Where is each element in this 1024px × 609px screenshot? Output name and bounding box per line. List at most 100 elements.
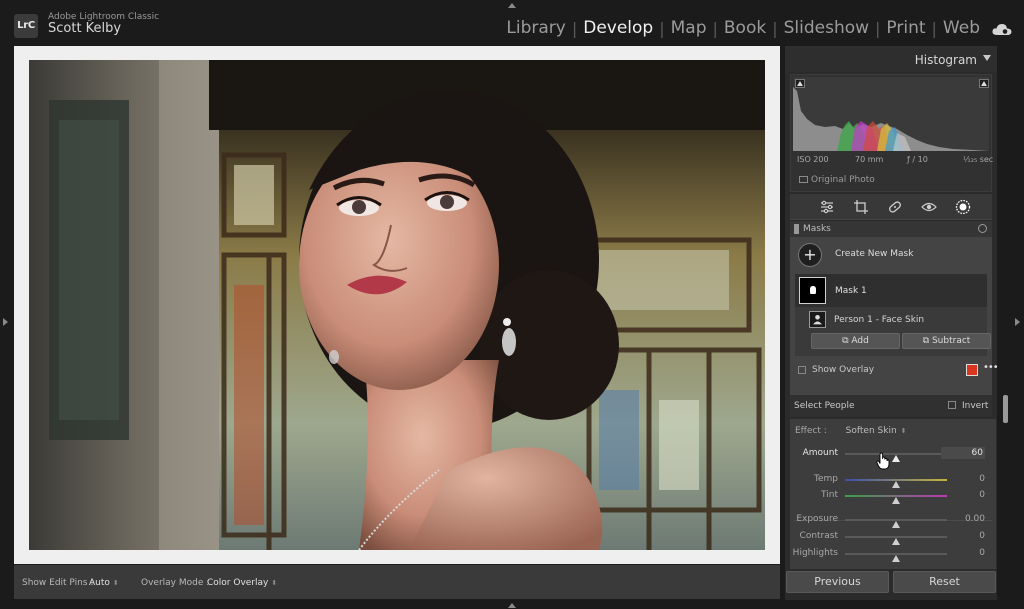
slider-track[interactable] [845, 536, 947, 545]
slider-temp: Temp 0 [790, 473, 996, 488]
select-people-row: Select People Invert [790, 395, 992, 417]
mask-name: Mask 1 [835, 286, 867, 296]
panel-scrollbar[interactable] [1001, 46, 1010, 600]
aperture-value: ƒ / 10 [907, 155, 928, 164]
subtract-icon: ⧉ [922, 336, 932, 346]
slider-value-field[interactable]: 0.00 [965, 514, 985, 524]
show-overlay-checkbox[interactable] [798, 366, 806, 374]
slider-exposure: Exposure 0.00 [790, 513, 996, 528]
shadow-clipping-icon[interactable] [795, 79, 805, 88]
mask-icon[interactable] [955, 199, 971, 215]
slider-track[interactable] [845, 519, 947, 528]
bottom-panel-toggle-icon[interactable] [508, 603, 516, 608]
masks-title: Masks [803, 224, 831, 234]
slider-track[interactable] [845, 553, 947, 562]
overlay-mode-value: Color Overlay [207, 578, 269, 588]
effect-preset-row: Effect : Soften Skin ⬍ [795, 426, 907, 436]
edit-pins-label: Show Edit Pins : [22, 578, 94, 588]
create-new-mask-label: Create New Mask [835, 249, 914, 259]
module-slideshow[interactable]: Slideshow [778, 18, 875, 38]
edit-pins-dropdown[interactable]: Auto ⬍ [89, 578, 119, 588]
effect-preset-dropdown[interactable]: Soften Skin ⬍ [846, 426, 907, 436]
image-toolbar: Show Edit Pins : Auto ⬍ Overlay Mode : Co… [14, 565, 780, 599]
image-canvas[interactable] [14, 46, 780, 564]
slider-thumb[interactable] [892, 555, 900, 562]
add-label: Add [851, 336, 869, 346]
reset-button[interactable]: Reset [893, 571, 996, 593]
slider-tint: Tint 0 [790, 489, 996, 504]
original-photo-label: Original Photo [811, 175, 875, 185]
select-people-label: Select People [794, 401, 855, 411]
histogram[interactable]: ISO 200 70 mm ƒ / 10 ¹⁄₁₂₅ sec Original … [790, 74, 993, 192]
module-web[interactable]: Web [937, 18, 986, 38]
person-mask-icon [809, 311, 826, 328]
slider-thumb[interactable] [892, 497, 900, 504]
module-develop[interactable]: Develop [577, 18, 659, 38]
overlay-mode-dropdown[interactable]: Color Overlay ⬍ [207, 578, 277, 588]
lrc-logo: LrC [14, 14, 38, 38]
cloud-sync-icon[interactable] [992, 22, 1012, 36]
more-options-icon[interactable]: ••• [983, 362, 999, 373]
updown-icon: ⬍ [112, 579, 119, 587]
slider-contrast: Contrast 0 [790, 530, 996, 545]
collapse-triangle-icon[interactable] [983, 55, 991, 61]
slider-label: Highlights [792, 548, 838, 558]
mask-item[interactable]: Mask 1 [795, 274, 987, 307]
slider-track[interactable] [845, 495, 947, 504]
invert-checkbox[interactable] [948, 401, 956, 409]
checkbox-icon [799, 176, 808, 183]
portrait-photo [29, 60, 765, 550]
slider-label: Temp [814, 474, 838, 484]
updown-icon: ⬍ [271, 579, 278, 587]
submask-item[interactable]: Person 1 - Face Skin [809, 310, 987, 330]
iso-value: ISO 200 [797, 155, 829, 164]
slider-amount: Amount 60 [790, 447, 996, 462]
module-map[interactable]: Map [665, 18, 713, 38]
slider-track[interactable] [845, 479, 947, 488]
slider-value-field[interactable]: 0 [979, 548, 985, 558]
sliders-icon[interactable] [819, 199, 835, 215]
slider-value-field[interactable]: 0 [979, 490, 985, 500]
crop-icon[interactable] [853, 199, 869, 215]
slider-thumb[interactable] [892, 538, 900, 545]
top-panel-toggle-icon[interactable] [508, 3, 516, 8]
mask-list: Mask 1 Person 1 - Face Skin ⧉ Add ⧉ Subt… [795, 274, 991, 356]
help-icon[interactable] [978, 224, 987, 233]
identity-plate[interactable]: Scott Kelby [48, 21, 121, 36]
slider-value-field[interactable]: 0 [979, 474, 985, 484]
slider-label: Amount [802, 448, 838, 458]
module-library[interactable]: Library [500, 18, 571, 38]
updown-icon: ⬍ [900, 427, 907, 435]
subtract-mask-button[interactable]: ⧉ Subtract [902, 333, 991, 349]
original-photo-toggle[interactable]: Original Photo [799, 175, 875, 185]
subtract-label: Subtract [931, 336, 971, 346]
masks-panel-header[interactable]: Masks [790, 221, 992, 237]
effect-label: Effect : [795, 426, 827, 436]
histogram-title: Histogram [914, 53, 977, 67]
overlay-color-swatch[interactable] [966, 364, 978, 376]
slider-thumb[interactable] [892, 481, 900, 488]
photo-preview[interactable] [29, 60, 765, 550]
right-panel-toggle-icon[interactable] [1015, 318, 1020, 326]
panel-grip-icon [794, 224, 799, 234]
histogram-header[interactable]: Histogram [785, 46, 997, 72]
slider-thumb[interactable] [892, 521, 900, 528]
previous-button[interactable]: Previous [786, 571, 889, 593]
highlight-clipping-icon[interactable] [979, 79, 989, 88]
slider-value-field[interactable]: 60 [941, 447, 985, 459]
slider-thumb[interactable] [892, 455, 900, 462]
show-overlay-row: Show Overlay ••• [798, 362, 999, 380]
redeye-icon[interactable] [921, 199, 937, 215]
heal-icon[interactable] [887, 199, 903, 215]
scrollbar-thumb[interactable] [1003, 395, 1008, 423]
histogram-graph [793, 77, 989, 151]
slider-label: Contrast [799, 531, 838, 541]
slider-label: Exposure [796, 514, 838, 524]
add-mask-button[interactable]: ⧉ Add [811, 333, 900, 349]
slider-track[interactable] [845, 453, 947, 462]
slider-value-field[interactable]: 0 [979, 531, 985, 541]
left-panel-toggle-icon[interactable] [3, 318, 8, 326]
submask-name: Person 1 - Face Skin [834, 315, 925, 325]
module-print[interactable]: Print [880, 18, 931, 38]
module-book[interactable]: Book [718, 18, 772, 38]
